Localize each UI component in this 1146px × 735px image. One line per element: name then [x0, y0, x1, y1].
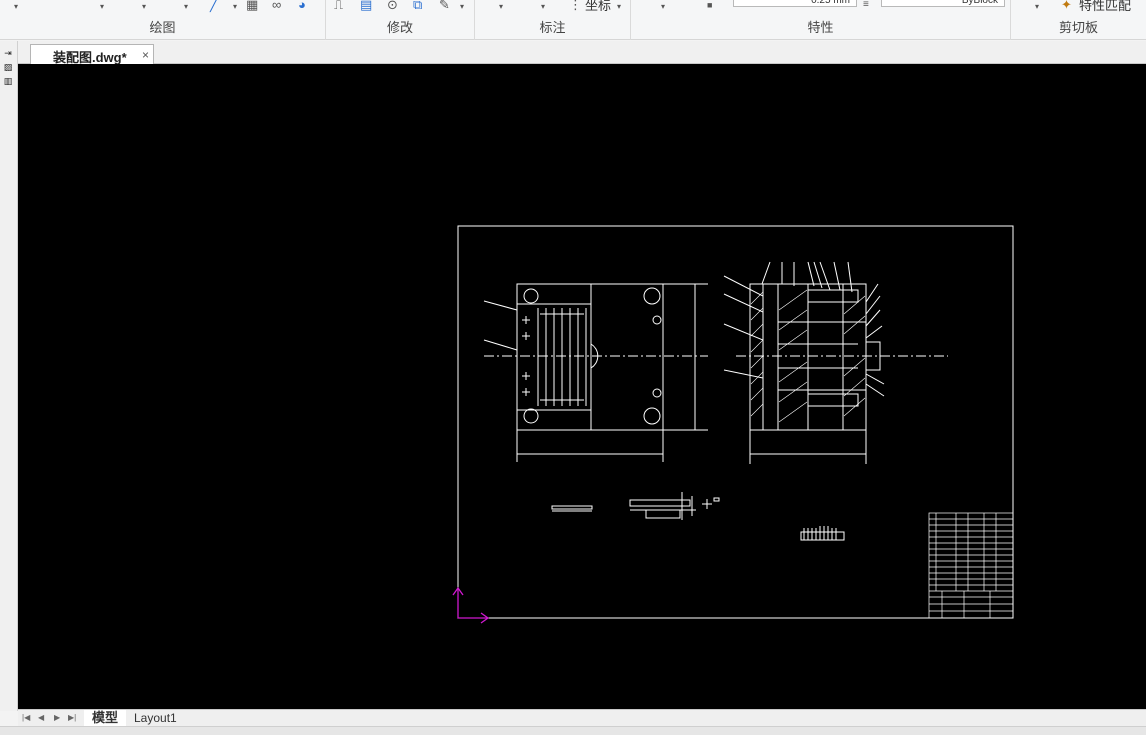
linetype-icon: ≡: [863, 0, 869, 10]
stretch-icon[interactable]: ⎍: [334, 0, 343, 11]
pin-icon[interactable]: ⇥: [1, 47, 15, 59]
front-view: [483, 283, 708, 462]
dropdown-arrow-icon[interactable]: ▾: [184, 2, 188, 11]
drawing-border: [457, 225, 1014, 619]
edit-icon[interactable]: ✎: [439, 0, 450, 11]
linetype-select[interactable]: ByBlock: [881, 0, 1005, 7]
last-layout-icon[interactable]: ▶|: [68, 713, 76, 722]
palette-icon[interactable]: ▨: [1, 61, 15, 73]
dropdown-arrow-icon[interactable]: ▾: [142, 2, 146, 11]
dim-coord-label[interactable]: 坐标: [585, 0, 611, 14]
section-view: [723, 261, 948, 464]
title-block: [928, 512, 1014, 619]
ribbon: ▾ ▾ ▾ ▾ ╱ ▾ ▦ ∞ ◕ 绘图 ⎍ ▤ ⊙ ⧉ ✎ ▾ 修改 ▾ ▾ …: [0, 0, 1146, 40]
dropdown-arrow-icon[interactable]: ▾: [1035, 2, 1039, 11]
dim-coord-icon[interactable]: ⋮: [569, 0, 582, 11]
dropdown-arrow-icon[interactable]: ▾: [460, 2, 464, 11]
tab-model[interactable]: 模型: [84, 710, 127, 726]
dropdown-arrow-icon[interactable]: ▾: [499, 2, 503, 11]
region-icon[interactable]: ◕: [298, 0, 306, 11]
circle-icon[interactable]: ∞: [272, 0, 281, 11]
status-bar: [0, 726, 1146, 735]
next-layout-icon[interactable]: ▶: [54, 713, 60, 722]
document-tab-label: 装配图.dwg*: [53, 50, 127, 65]
prev-layout-icon[interactable]: ◀: [38, 713, 44, 722]
tab-layout1[interactable]: Layout1: [126, 710, 185, 726]
lineweight-select[interactable]: 0.25 mm: [733, 0, 857, 7]
dropdown-arrow-icon[interactable]: ▾: [100, 2, 104, 11]
copy-icon[interactable]: ⧉: [413, 0, 422, 11]
clipboard-panel: ▾ ✦ 特性匹配 剪切板: [1011, 0, 1146, 40]
offset-icon[interactable]: ⊙: [387, 0, 398, 11]
side-toolbar: ⇥ ▨ ▥: [0, 41, 18, 711]
document-tab[interactable]: 装配图.dwg* ×: [30, 44, 154, 65]
dropdown-arrow-icon[interactable]: ▾: [14, 2, 18, 11]
clipboard-panel-label: 剪切板: [1058, 20, 1098, 35]
color-swatch-icon[interactable]: ■: [707, 0, 712, 10]
dropdown-arrow-icon[interactable]: ▾: [661, 2, 665, 11]
part-details: [551, 492, 845, 541]
document-tab-bar: 装配图.dwg* ×: [0, 41, 1146, 65]
layout-tab-bar: |◀ ◀ ▶ ▶| 模型 Layout1: [18, 709, 1146, 726]
drawing-canvas[interactable]: [18, 64, 1146, 709]
close-icon[interactable]: ×: [142, 48, 149, 62]
match-props-icon[interactable]: ✦: [1061, 0, 1072, 11]
dropdown-arrow-icon[interactable]: ▾: [233, 2, 237, 11]
properties-palette-icon[interactable]: ▥: [1, 75, 15, 87]
drawing-svg: [452, 225, 1014, 624]
ucs-icon: [452, 586, 490, 624]
properties-panel: ▾ ■ 0.25 mm ≡ ByBlock 特性: [631, 0, 1011, 40]
annotate-panel: ▾ ▾ ⋮ 坐标 ▾ 标注: [475, 0, 631, 40]
match-props-label[interactable]: 特性匹配: [1079, 0, 1131, 14]
dropdown-arrow-icon[interactable]: ▾: [541, 2, 545, 11]
line-icon[interactable]: ╱: [210, 0, 218, 11]
modify-panel: ⎍ ▤ ⊙ ⧉ ✎ ▾ 修改: [326, 0, 475, 40]
first-layout-icon[interactable]: |◀: [22, 713, 30, 722]
properties-panel-label: 特性: [807, 20, 834, 35]
scale-icon[interactable]: ▤: [360, 0, 372, 11]
dropdown-arrow-icon[interactable]: ▾: [617, 2, 621, 11]
hatch-icon[interactable]: ▦: [246, 0, 258, 11]
modify-panel-label: 修改: [386, 20, 413, 35]
draw-panel-label: 绘图: [149, 20, 176, 35]
annotate-panel-label: 标注: [539, 20, 566, 35]
draw-panel: ▾ ▾ ▾ ▾ ╱ ▾ ▦ ∞ ◕ 绘图: [0, 0, 326, 40]
